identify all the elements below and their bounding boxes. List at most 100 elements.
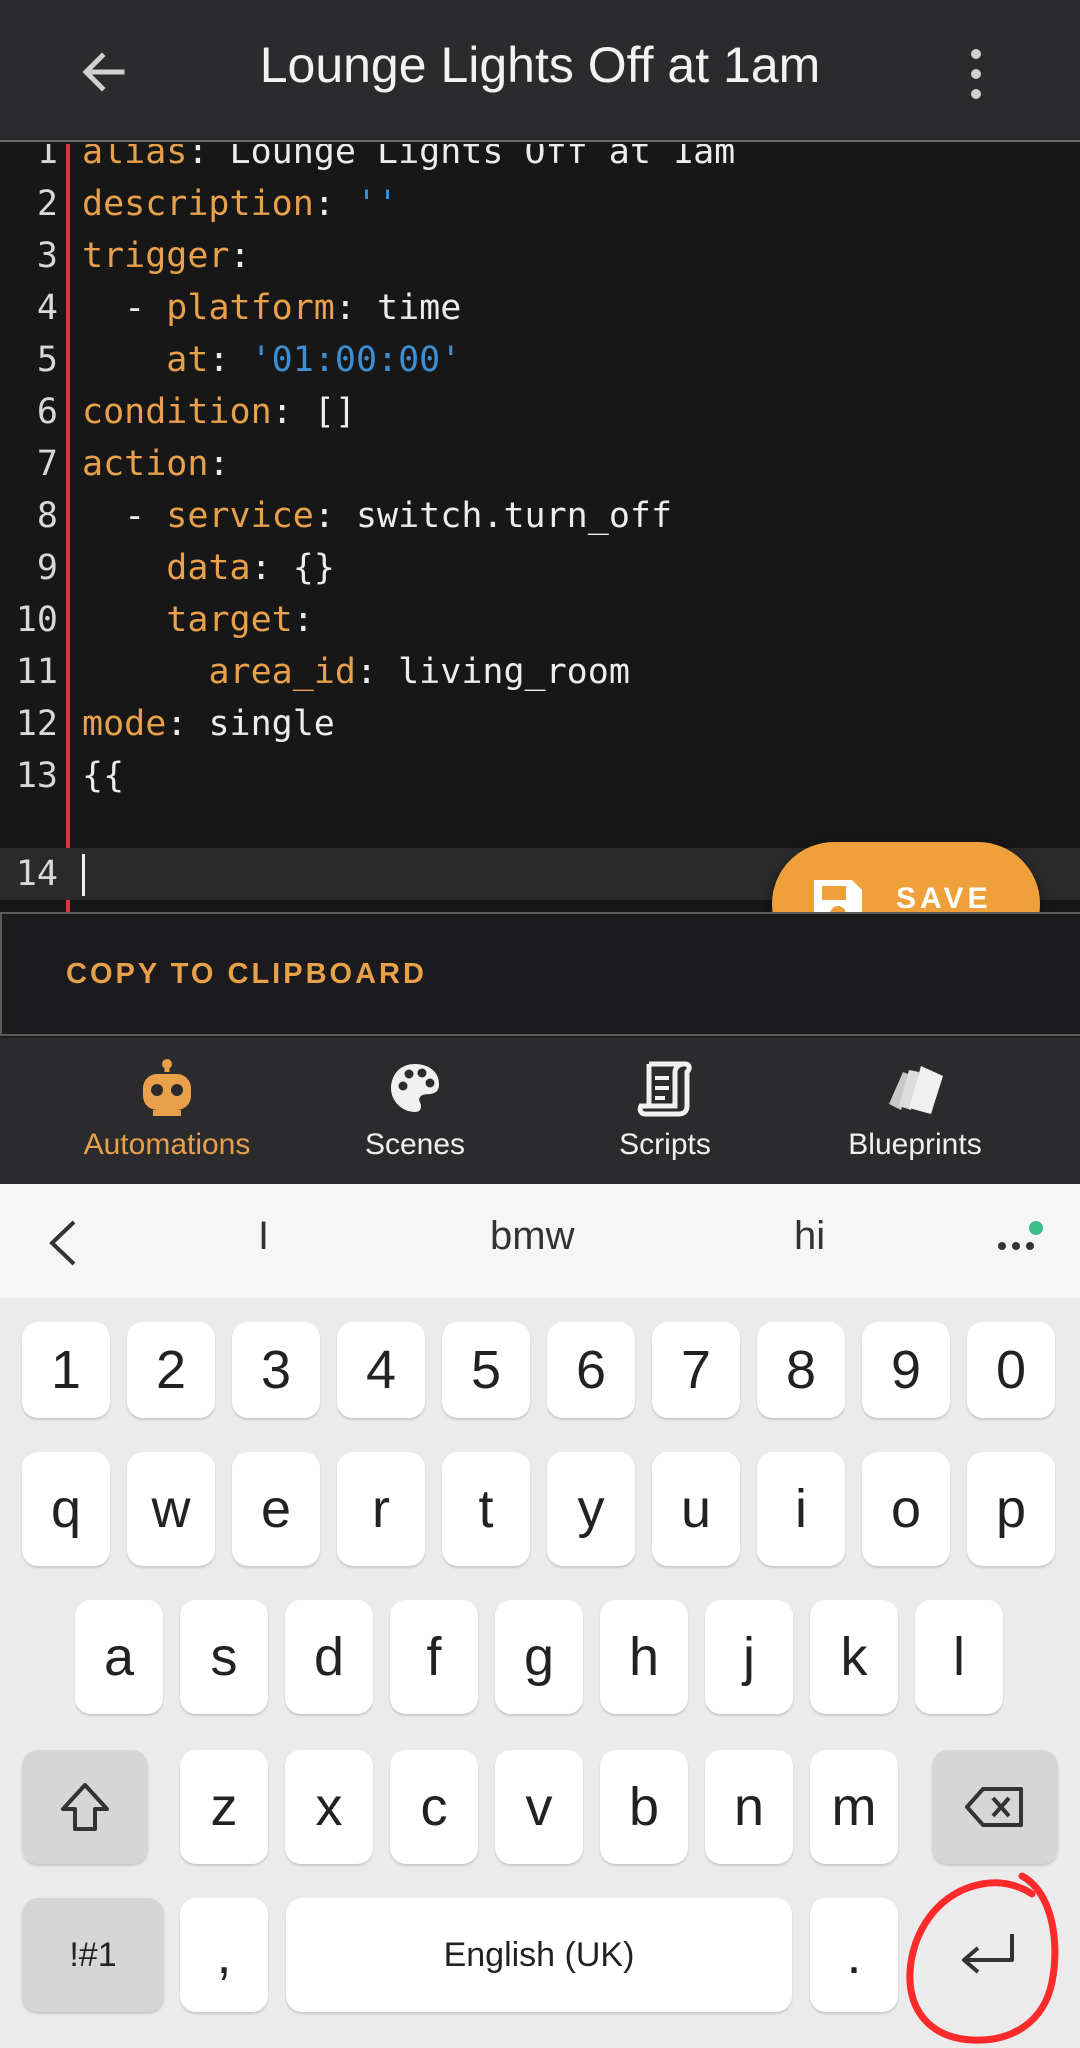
space-key[interactable]: English (UK): [286, 1898, 792, 2012]
key-y[interactable]: y: [547, 1452, 635, 1566]
yaml-key: action: [82, 444, 209, 484]
key-label: e: [260, 1479, 292, 1539]
comma-key[interactable]: ,: [180, 1898, 268, 2012]
backspace-key[interactable]: [932, 1750, 1058, 1864]
key-t[interactable]: t: [442, 1452, 530, 1566]
key-n[interactable]: n: [705, 1750, 793, 1864]
nav-item-scripts[interactable]: Scripts: [530, 1038, 800, 1184]
more-horiz-icon[interactable]: [994, 1220, 1044, 1260]
key-0[interactable]: 0: [967, 1322, 1055, 1418]
key-label: c: [420, 1777, 448, 1837]
key-k[interactable]: k: [810, 1600, 898, 1714]
key-5[interactable]: 5: [442, 1322, 530, 1418]
yaml-value: time: [377, 288, 462, 328]
yaml-key: service: [166, 496, 314, 536]
key-label: h: [628, 1627, 660, 1687]
code-line[interactable]: 1 alias: Lounge Lights Off at 1am: [0, 144, 1080, 178]
key-s[interactable]: s: [180, 1600, 268, 1714]
key-a[interactable]: a: [75, 1600, 163, 1714]
key-m[interactable]: m: [810, 1750, 898, 1864]
line-number: 14: [15, 854, 58, 894]
code-text: data: {}: [82, 542, 335, 594]
key-8[interactable]: 8: [757, 1322, 845, 1418]
code-line[interactable]: 8 - service: switch.turn_off: [0, 490, 1080, 542]
code-line[interactable]: 2 description: '': [0, 178, 1080, 230]
key-z[interactable]: z: [180, 1750, 268, 1864]
copy-to-clipboard-button[interactable]: COPY TO CLIPBOARD: [66, 958, 427, 991]
symbols-key[interactable]: !#1: [22, 1898, 164, 2012]
more-vert-icon[interactable]: [964, 44, 988, 104]
code-text: at: '01:00:00': [82, 334, 461, 386]
key-label: d: [313, 1627, 345, 1687]
key-6[interactable]: 6: [547, 1322, 635, 1418]
key-3[interactable]: 3: [232, 1322, 320, 1418]
yaml-key: target: [166, 600, 293, 640]
key-j[interactable]: j: [705, 1600, 793, 1714]
text-cursor: [82, 854, 85, 896]
nav-item-scenes[interactable]: Scenes: [280, 1038, 550, 1184]
key-c[interactable]: c: [390, 1750, 478, 1864]
key-2[interactable]: 2: [127, 1322, 215, 1418]
key-h[interactable]: h: [600, 1600, 688, 1714]
code-line[interactable]: 7 action:: [0, 438, 1080, 490]
key-b[interactable]: b: [600, 1750, 688, 1864]
key-4[interactable]: 4: [337, 1322, 425, 1418]
yaml-key: description: [82, 184, 314, 224]
suggestion-item[interactable]: hi: [794, 1214, 825, 1259]
yaml-separator: :: [208, 444, 230, 484]
key-v[interactable]: v: [495, 1750, 583, 1864]
code-text: trigger:: [82, 230, 251, 282]
chevron-left-icon[interactable]: [44, 1218, 84, 1268]
nav-item-automations[interactable]: Automations: [32, 1038, 302, 1184]
key-g[interactable]: g: [495, 1600, 583, 1714]
suggestion-item[interactable]: I: [258, 1214, 269, 1259]
key-x[interactable]: x: [285, 1750, 373, 1864]
yaml-separator: :: [334, 288, 378, 328]
code-line[interactable]: 10 target:: [0, 594, 1080, 646]
period-key[interactable]: .: [810, 1898, 898, 2012]
key-e[interactable]: e: [232, 1452, 320, 1566]
shift-key[interactable]: [22, 1750, 148, 1864]
code-line[interactable]: 13 {{: [0, 750, 1080, 802]
key-label: o: [890, 1479, 922, 1539]
key-u[interactable]: u: [652, 1452, 740, 1566]
robot-icon: [143, 1059, 191, 1116]
yaml-separator: :: [313, 496, 356, 536]
line-number: 8: [36, 496, 58, 536]
code-line[interactable]: 6 condition: []: [0, 386, 1080, 438]
key-o[interactable]: o: [862, 1452, 950, 1566]
key-label: !#1: [69, 1936, 117, 1974]
key-w[interactable]: w: [127, 1452, 215, 1566]
code-line[interactable]: 12 mode: single: [0, 698, 1080, 750]
suggestion-item[interactable]: bmw: [490, 1214, 574, 1259]
key-f[interactable]: f: [390, 1600, 478, 1714]
key-r[interactable]: r: [337, 1452, 425, 1566]
code-line[interactable]: 5 at: '01:00:00': [0, 334, 1080, 386]
key-l[interactable]: l: [915, 1600, 1003, 1714]
code-line[interactable]: 11 area_id: living_room: [0, 646, 1080, 698]
key-p[interactable]: p: [967, 1452, 1055, 1566]
code-line[interactable]: 4 - platform: time: [0, 282, 1080, 334]
nav-item-blueprints[interactable]: Blueprints: [780, 1038, 1050, 1184]
key-7[interactable]: 7: [652, 1322, 740, 1418]
key-label: 4: [365, 1340, 397, 1400]
key-1[interactable]: 1: [22, 1322, 110, 1418]
key-d[interactable]: d: [285, 1600, 373, 1714]
line-number: 10: [15, 600, 58, 640]
line-number: 5: [36, 340, 58, 380]
key-q[interactable]: q: [22, 1452, 110, 1566]
code-text: {{: [82, 750, 124, 802]
code-line[interactable]: 3 trigger:: [0, 230, 1080, 282]
key-label: p: [995, 1479, 1027, 1539]
key-label: j: [743, 1627, 755, 1687]
arrow-left-icon[interactable]: [76, 44, 132, 100]
yaml-key: alias: [82, 144, 188, 172]
yaml-key: platform: [166, 288, 335, 328]
nav-label: Scenes: [364, 1128, 466, 1161]
yaml-editor[interactable]: 1 alias: Lounge Lights Off at 1am 2 descrip…: [0, 144, 1080, 912]
key-i[interactable]: i: [757, 1452, 845, 1566]
key-9[interactable]: 9: [862, 1322, 950, 1418]
copy-bar: COPY TO CLIPBOARD: [0, 912, 1080, 1036]
yaml-key: area_id: [208, 652, 356, 692]
code-line[interactable]: 9 data: {}: [0, 542, 1080, 594]
